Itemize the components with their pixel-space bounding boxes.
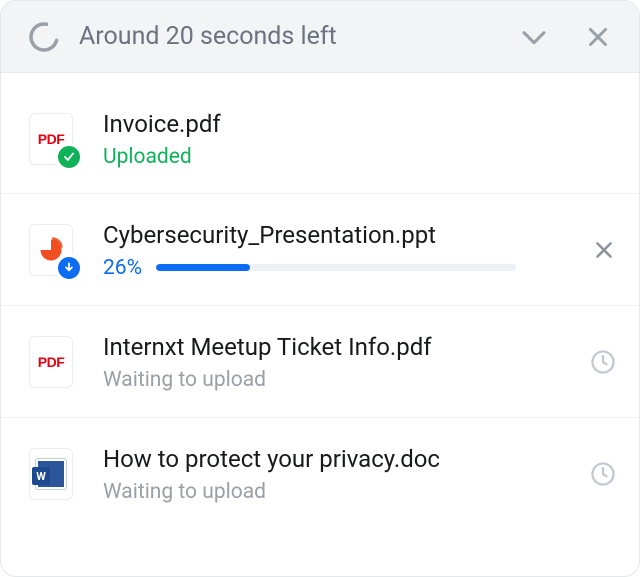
status-label: Waiting to upload <box>103 480 266 504</box>
close-dialog-button[interactable] <box>583 22 613 52</box>
close-icon <box>591 237 617 263</box>
dialog-header: Around 20 seconds left <box>1 1 639 73</box>
file-name: Cybersecurity_Presentation.ppt <box>103 220 573 250</box>
file-name: How to protect your privacy.doc <box>103 444 571 474</box>
status-label: 26% <box>103 256 142 280</box>
clock-icon <box>589 348 617 376</box>
status-label: Waiting to upload <box>103 368 266 392</box>
header-title: Around 20 seconds left <box>79 22 517 51</box>
doc-icon: W <box>36 459 66 489</box>
upload-dialog: Around 20 seconds left PDF <box>0 0 640 577</box>
upload-row: PDF Invoice.pdf Uploaded <box>1 73 639 194</box>
download-badge-icon <box>55 254 83 282</box>
collapse-button[interactable] <box>517 20 551 54</box>
file-icon: PDF <box>23 111 79 167</box>
file-icon: W <box>23 446 79 502</box>
cancel-upload-button[interactable] <box>591 237 617 263</box>
upload-row: W How to protect your privacy.doc Waitin… <box>1 418 639 530</box>
upload-row: Cybersecurity_Presentation.ppt 26% <box>1 194 639 306</box>
upload-list: PDF Invoice.pdf Uploaded <box>1 73 639 530</box>
file-name: Invoice.pdf <box>103 109 617 139</box>
status-label: Uploaded <box>103 145 192 169</box>
pending-indicator <box>589 460 617 488</box>
chevron-down-icon <box>517 20 551 54</box>
close-icon <box>583 22 613 52</box>
pdf-icon: PDF <box>38 354 65 370</box>
check-badge-icon <box>55 143 83 171</box>
file-icon <box>23 222 79 278</box>
file-name: Internxt Meetup Ticket Info.pdf <box>103 332 571 362</box>
clock-icon <box>589 460 617 488</box>
upload-row: PDF Internxt Meetup Ticket Info.pdf Wait… <box>1 306 639 418</box>
progress-bar <box>156 264 516 271</box>
pending-indicator <box>589 348 617 376</box>
file-icon: PDF <box>23 334 79 390</box>
spinner-icon <box>27 20 61 54</box>
progress-fill <box>156 264 250 271</box>
